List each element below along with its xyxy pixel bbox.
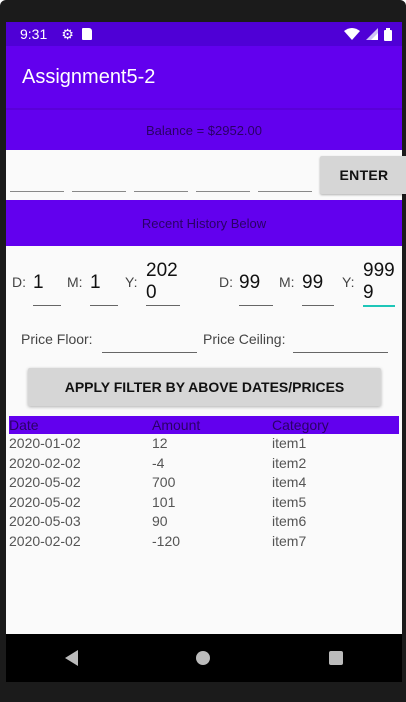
- signal-icon: [366, 28, 378, 40]
- status-bar: 9:31 ⚙: [6, 22, 402, 46]
- cell-category: item5: [272, 493, 307, 510]
- header-amount: Amount: [152, 417, 201, 433]
- cell-amount: 700: [152, 474, 176, 491]
- balance-banner: Balance = $2952.00: [6, 108, 402, 150]
- table-row: 2020-02-02 -120 item7: [9, 532, 399, 552]
- to-month-input[interactable]: 99: [302, 272, 323, 294]
- home-icon[interactable]: [196, 651, 211, 665]
- header-date: Date: [9, 417, 39, 433]
- cell-category: item1: [272, 435, 307, 451]
- entry-field-5[interactable]: [258, 170, 312, 192]
- to-month-underline: [302, 305, 334, 306]
- cell-amount: 12: [152, 435, 168, 451]
- to-day-input[interactable]: 99: [239, 272, 260, 294]
- cell-category: item7: [272, 532, 307, 549]
- from-month-underline: [90, 305, 118, 306]
- gear-icon: ⚙: [61, 25, 74, 42]
- from-month-label: M:: [67, 274, 83, 290]
- from-year-input[interactable]: 202 0: [146, 260, 178, 304]
- from-day-underline: [33, 305, 61, 306]
- table-row: 2020-02-02 -4 item2: [9, 454, 399, 474]
- price-ceiling-label: Price Ceiling:: [203, 331, 286, 347]
- table-row: 2020-01-02 12 item1: [9, 434, 399, 454]
- entry-row: ENTER: [6, 150, 406, 200]
- entry-field-1[interactable]: [10, 170, 64, 192]
- balance-text: Balance = $2952.00: [145, 122, 263, 138]
- to-day-underline: [239, 305, 273, 306]
- price-ceiling-input[interactable]: [293, 324, 388, 353]
- app-title: Assignment5-2: [22, 65, 156, 88]
- cell-date: 2020-05-03: [9, 513, 81, 530]
- system-nav-bar: [6, 634, 402, 682]
- history-table: Date Amount Category 2020-01-02 12 item1…: [9, 416, 399, 552]
- cell-amount: 90: [152, 513, 168, 530]
- cell-category: item2: [272, 454, 307, 471]
- from-year-label: Y:: [125, 274, 138, 290]
- from-year-underline: [146, 305, 180, 306]
- entry-field-3[interactable]: [134, 170, 188, 192]
- to-year-input[interactable]: 999 9: [363, 260, 395, 304]
- cell-date: 2020-02-02: [9, 532, 81, 549]
- app-title-bar: Assignment5-2: [6, 46, 402, 108]
- date-filter-row: D: 1 M: 1 Y: 202 0 D: 99 M: 99 Y: 999 9: [6, 246, 402, 312]
- cell-amount: -120: [152, 532, 181, 549]
- cell-amount: 101: [152, 493, 176, 510]
- price-floor-label: Price Floor:: [21, 331, 93, 347]
- table-row: 2020-05-02 101 item5: [9, 493, 399, 513]
- cell-date: 2020-01-02: [9, 435, 81, 451]
- status-time: 9:31: [20, 26, 48, 42]
- price-filter-row: Price Floor: Price Ceiling:: [6, 318, 402, 358]
- wifi-icon: [344, 27, 360, 40]
- cell-date: 2020-05-02: [9, 493, 81, 510]
- recent-apps-icon[interactable]: [328, 651, 343, 665]
- from-month-input[interactable]: 1: [90, 272, 101, 294]
- sd-card-icon: [81, 28, 92, 40]
- entry-field-4[interactable]: [196, 170, 250, 192]
- battery-icon: [384, 27, 392, 41]
- apply-filter-button[interactable]: APPLY FILTER BY ABOVE DATES/PRICES: [28, 368, 381, 406]
- device-bottom-bezel: [0, 682, 406, 702]
- back-icon[interactable]: [65, 650, 79, 666]
- entry-field-2[interactable]: [72, 170, 126, 192]
- to-year-underline-focused: [363, 305, 395, 307]
- from-day-input[interactable]: 1: [33, 272, 44, 294]
- cell-date: 2020-05-02: [9, 474, 81, 491]
- history-banner: Recent History Below: [6, 200, 402, 246]
- table-row: 2020-05-02 700 item4: [9, 473, 399, 493]
- from-day-label: D:: [12, 274, 26, 290]
- price-floor-input[interactable]: [102, 324, 197, 353]
- to-month-label: M:: [279, 274, 295, 290]
- to-day-label: D:: [219, 274, 233, 290]
- table-row: 2020-05-03 90 item6: [9, 512, 399, 532]
- to-year-label: Y:: [342, 274, 355, 290]
- cell-date: 2020-02-02: [9, 454, 81, 471]
- table-header: Date Amount Category: [9, 416, 399, 434]
- enter-button[interactable]: ENTER: [320, 156, 406, 194]
- history-text: Recent History Below: [141, 215, 267, 231]
- header-category: Category: [272, 417, 329, 433]
- cell-amount: -4: [152, 454, 165, 471]
- cell-category: item4: [272, 474, 307, 491]
- cell-category: item6: [272, 513, 307, 530]
